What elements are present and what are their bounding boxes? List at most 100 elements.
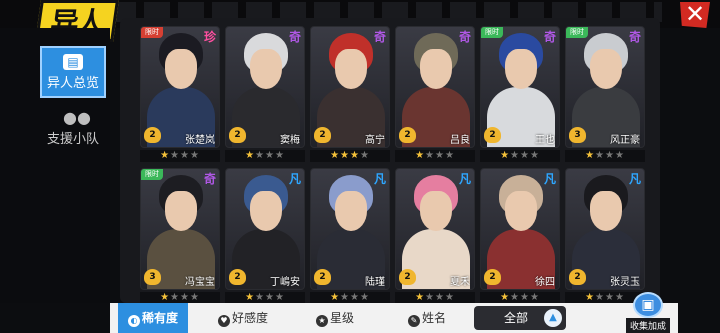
affection-heart-icon: 2 — [314, 269, 331, 285]
sort-bar: ◐ 稀有度 ♥ 好感度 ★ 星级 ✎ 姓名 — [110, 303, 678, 333]
tab-name[interactable]: ✎ 姓名 — [408, 303, 446, 333]
star-icon: ★ — [265, 150, 275, 161]
star-icon: ★ — [605, 292, 615, 303]
star-rating: ★★★★ — [310, 150, 390, 162]
character-name: 丁嶋安 — [270, 277, 300, 288]
character-card[interactable]: 奇 2 窦梅 ★★★★ — [225, 26, 305, 164]
star-rating: ★★★★ — [395, 150, 475, 162]
star-icon: ★ — [605, 150, 615, 161]
rank-mark: 珍 — [203, 30, 216, 44]
portrait-face — [505, 49, 537, 89]
star-icon: ★ — [245, 292, 256, 303]
star-icon: ★ — [189, 292, 200, 303]
star-icon: ★ — [245, 150, 256, 161]
character-name: 张灵玉 — [610, 277, 640, 288]
tab-rarity[interactable]: ◐ 稀有度 — [118, 303, 189, 333]
affection-heart-icon: 2 — [399, 127, 416, 143]
rank-mark: 奇 — [628, 30, 641, 44]
character-portrait: 凡 2 丁嶋安 — [225, 168, 305, 290]
close-button[interactable]: ✕ — [680, 2, 710, 28]
rank-mark: 奇 — [543, 30, 556, 44]
character-card[interactable]: 凡 2 徐四 ★★★★ — [480, 168, 560, 306]
rank-mark: 奇 — [458, 30, 471, 44]
character-card[interactable]: 奇 2 高宁 ★★★★ — [310, 26, 390, 164]
star-icon: ★ — [274, 292, 285, 303]
rank-mark: 凡 — [543, 172, 556, 186]
filter-dropdown[interactable]: 全部 ▲ — [474, 306, 566, 330]
star-rating: ★★★★ — [565, 150, 645, 162]
heart-icon: ♥ — [218, 315, 230, 327]
nav-item-label: 异人总览 — [46, 76, 99, 91]
character-name: 窦梅 — [280, 135, 300, 146]
star-icon: ★ — [510, 150, 520, 161]
star-icon: ★ — [340, 150, 350, 161]
character-card[interactable]: 凡 2 丁嶋安 ★★★★ — [225, 168, 305, 306]
character-card[interactable]: 凡 2 陆瑾 ★★★★ — [310, 168, 390, 306]
star-icon: ★ — [614, 150, 625, 161]
collect-bonus-button[interactable]: ▣ 收集加成 — [626, 292, 670, 333]
star-rating: ★★★★ — [480, 150, 560, 162]
character-card[interactable]: 限时 珍 2 张楚岚 ★★★★ — [140, 26, 220, 164]
character-portrait: 凡 2 陆瑾 — [310, 168, 390, 290]
affection-heart-icon: 2 — [484, 269, 501, 285]
tab-affection[interactable]: ♥ 好感度 — [218, 303, 268, 333]
star-icon: ★ — [330, 292, 341, 303]
star-icon: ★ — [520, 150, 530, 161]
nav-item-support-team[interactable]: ●● 支援小队 — [40, 104, 106, 156]
affection-heart-icon: 2 — [484, 127, 501, 143]
star-icon: ★ — [170, 292, 180, 303]
portrait-face — [335, 49, 367, 89]
star-icon: ★ — [585, 150, 596, 161]
filter-label: 全部 — [504, 311, 529, 325]
star-icon: ★ — [435, 150, 445, 161]
character-card[interactable]: 凡 2 夏禾 ★★★★ — [395, 168, 475, 306]
affection-heart-icon: 3 — [144, 269, 161, 285]
nav-item-overview[interactable]: ▤ 异人总览 — [40, 46, 106, 98]
chevron-up-icon: ▲ — [544, 309, 562, 327]
star-icon: ★ — [359, 150, 370, 161]
portrait-face — [505, 191, 537, 231]
star-icon: ★ — [510, 292, 520, 303]
character-card[interactable]: 限时 奇 3 冯宝宝 ★★★★ — [140, 168, 220, 306]
star-icon: ★ — [255, 292, 265, 303]
star-rating: ★★★★ — [140, 150, 220, 162]
star-icon: ★ — [415, 292, 426, 303]
star-icon: ★ — [189, 150, 200, 161]
star-icon: ★ — [160, 150, 171, 161]
portrait-face — [420, 191, 452, 231]
portrait-face — [165, 191, 197, 231]
star-icon: ★ — [180, 292, 190, 303]
character-portrait: 限时 奇 3 风正豪 — [565, 26, 645, 148]
rank-mark: 凡 — [288, 172, 301, 186]
star-icon: ★ — [585, 292, 596, 303]
character-portrait: 凡 2 夏禾 — [395, 168, 475, 290]
star-icon: ★ — [265, 292, 275, 303]
cube-icon: ▣ — [633, 292, 663, 318]
limited-tag: 限时 — [141, 169, 163, 180]
star-icon: ★ — [520, 292, 530, 303]
limited-tag: 限时 — [566, 27, 588, 38]
tab-star[interactable]: ★ 星级 — [316, 303, 354, 333]
character-name: 风正豪 — [610, 135, 640, 146]
character-name: 徐四 — [535, 277, 555, 288]
star-rating: ★★★★ — [225, 150, 305, 162]
collect-bonus-label: 收集加成 — [626, 318, 670, 333]
portrait-face — [335, 191, 367, 231]
star-icon: ★ — [435, 292, 445, 303]
star-icon: ★ — [500, 150, 511, 161]
character-card[interactable]: 限时 奇 3 风正豪 ★★★★ — [565, 26, 645, 164]
character-card[interactable]: 凡 2 张灵玉 ★★★★ — [565, 168, 645, 306]
people-icon: ●● — [63, 108, 91, 127]
affection-heart-icon: 2 — [144, 127, 161, 143]
character-name: 夏禾 — [450, 277, 470, 288]
tab-label: 稀有度 — [142, 311, 179, 325]
character-card[interactable]: 奇 2 吕良 ★★★★ — [395, 26, 475, 164]
rank-mark: 凡 — [628, 172, 641, 186]
name-icon: ✎ — [408, 315, 420, 327]
character-card[interactable]: 限时 奇 2 王也 ★★★★ — [480, 26, 560, 164]
star-icon: ★ — [529, 150, 540, 161]
portrait-face — [165, 49, 197, 89]
star-icon: ★ — [425, 150, 435, 161]
star-icon: ★ — [595, 292, 605, 303]
star-icon: ★ — [350, 292, 360, 303]
